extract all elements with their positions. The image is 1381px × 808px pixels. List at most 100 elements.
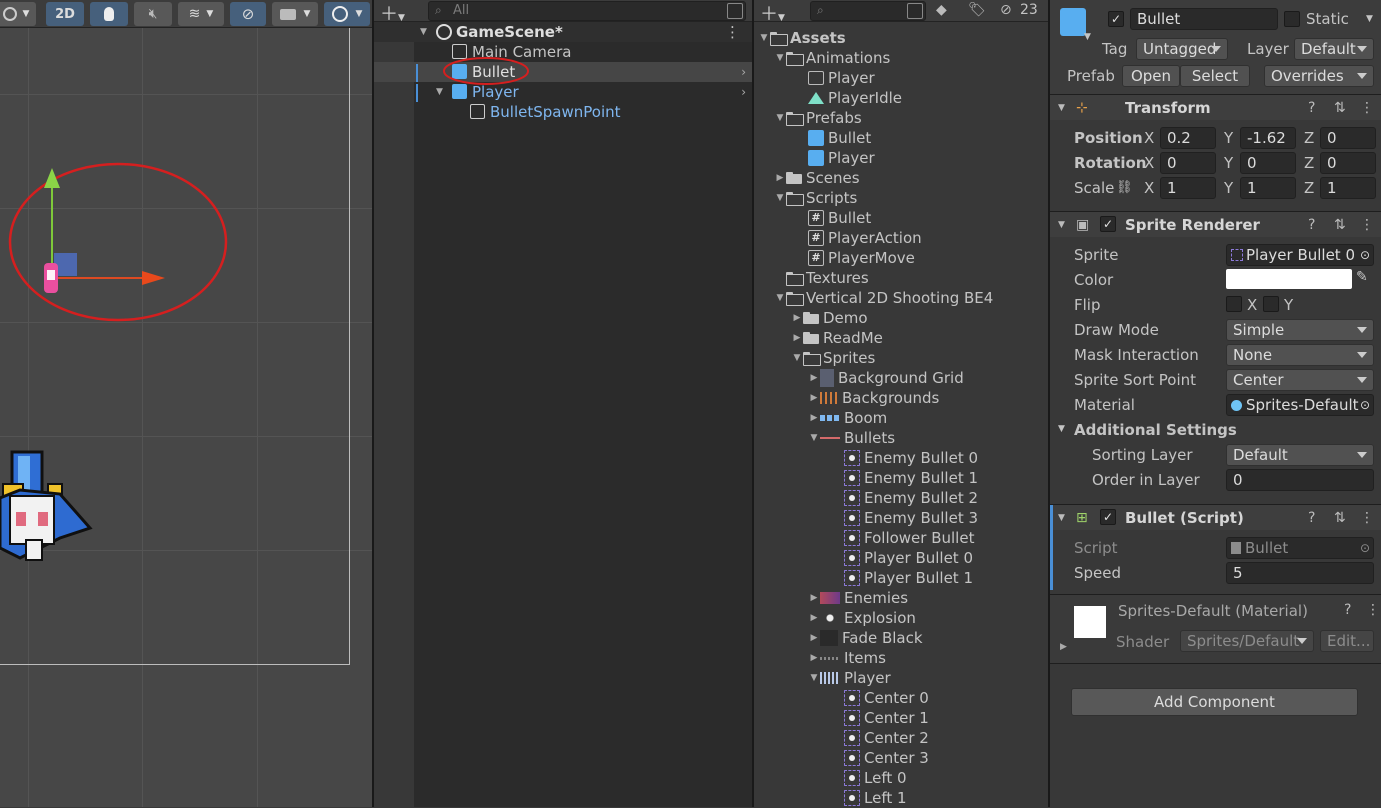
active-checkbox[interactable]: ✓: [1108, 11, 1124, 27]
project-row-folder[interactable]: ▼ Animations: [774, 48, 891, 68]
project-row-script[interactable]: # Bullet: [808, 208, 871, 228]
hierarchy-search-input[interactable]: ⌕ All: [428, 1, 746, 21]
preset-icon[interactable]: ⇅: [1334, 217, 1346, 233]
hidden-packages-icon[interactable]: ⊘: [1000, 2, 1012, 18]
prefab-select-button[interactable]: Select: [1180, 65, 1250, 87]
hierarchy-scene-row[interactable]: ▼ GameScene* ⋮: [374, 22, 752, 42]
flip-x-checkbox[interactable]: [1226, 296, 1242, 312]
sorting-layer-dropdown[interactable]: Default: [1226, 444, 1374, 466]
project-row-sprite[interactable]: Center 0: [844, 688, 929, 708]
additional-settings-foldout[interactable]: Additional Settings: [1074, 421, 1237, 439]
project-row-folder[interactable]: Textures: [774, 268, 869, 288]
order-in-layer-field[interactable]: 0: [1226, 469, 1374, 491]
project-row-sprite[interactable]: Center 3: [844, 748, 929, 768]
more-menu-icon[interactable]: ⋮: [1360, 217, 1374, 233]
project-row-anim-clip[interactable]: PlayerIdle: [808, 88, 902, 108]
label-tag-icon[interactable]: 🏷︎: [968, 2, 986, 18]
project-row-script[interactable]: # PlayerAction: [808, 228, 922, 248]
prefab-open-button[interactable]: Open: [1122, 65, 1180, 87]
chevron-down-icon[interactable]: ▼: [1084, 32, 1091, 42]
help-icon[interactable]: ?: [1308, 510, 1315, 526]
bullet-script-enabled-checkbox[interactable]: ✓: [1100, 509, 1116, 525]
transform-header[interactable]: ▼ ⊹ Transform ? ⇅ ⋮: [1050, 94, 1381, 120]
project-row-sprite[interactable]: Left 0: [844, 768, 907, 788]
project-row-folder[interactable]: ▶ ReadMe: [791, 328, 883, 348]
hierarchy-row-main-camera[interactable]: Main Camera: [374, 42, 752, 62]
project-row-folder[interactable]: ▼ Vertical 2D Shooting BE4: [774, 288, 994, 308]
project-row-texture[interactable]: ▶ Backgrounds: [808, 388, 940, 408]
project-row-sprite[interactable]: Center 1: [844, 708, 929, 728]
project-row-folder[interactable]: ▼ Scripts: [774, 188, 858, 208]
project-row-assets[interactable]: ▼ Assets: [758, 28, 846, 48]
project-row-texture[interactable]: ▶ Explosion: [808, 608, 916, 628]
shading-mode-dropdown[interactable]: ▼: [0, 2, 36, 26]
camera-dropdown[interactable]: ▼: [272, 2, 318, 26]
speed-field[interactable]: 5: [1226, 562, 1374, 584]
project-row-folder[interactable]: ▼ Prefabs: [774, 108, 862, 128]
sprite-object-field[interactable]: Player Bullet 0 ⊙: [1226, 244, 1374, 266]
rotation-z-field[interactable]: 0: [1320, 152, 1376, 174]
more-menu-icon[interactable]: ⋮: [1366, 602, 1380, 618]
project-row-prefab[interactable]: Player: [808, 148, 875, 168]
flip-y-checkbox[interactable]: [1263, 296, 1279, 312]
project-row-texture[interactable]: ▼ Bullets: [808, 428, 896, 448]
scale-z-field[interactable]: 1: [1320, 177, 1376, 199]
preset-icon[interactable]: ⇅: [1334, 100, 1346, 116]
project-row-sprite[interactable]: Player Bullet 0: [844, 548, 973, 568]
scene-visibility-toggle[interactable]: ⊘: [230, 2, 266, 26]
mode-2d-toggle[interactable]: 2D: [46, 2, 84, 26]
shader-edit-button[interactable]: Edit...: [1320, 630, 1374, 652]
add-component-button[interactable]: Add Component: [1071, 688, 1358, 716]
project-row-sprite[interactable]: Enemy Bullet 0: [844, 448, 978, 468]
material-object-field[interactable]: Sprites-Default ⊙: [1226, 394, 1374, 416]
move-gizmo[interactable]: [0, 150, 240, 340]
shader-dropdown[interactable]: Sprites/Default: [1180, 630, 1314, 652]
object-name-field[interactable]: Bullet: [1130, 8, 1278, 30]
rotation-y-field[interactable]: 0: [1240, 152, 1296, 174]
filter-by-type-icon[interactable]: ◆: [936, 2, 947, 18]
project-row-anim-controller[interactable]: Player: [808, 68, 875, 88]
draw-mode-dropdown[interactable]: Simple: [1226, 319, 1374, 341]
scene-view[interactable]: ▼ 2D 🔇︎ ≋ ▼ ⊘ ▼ ▼: [0, 0, 372, 807]
static-checkbox[interactable]: [1284, 11, 1300, 27]
prefab-overrides-dropdown[interactable]: Overrides: [1264, 65, 1374, 87]
hierarchy-row-player[interactable]: ▼ Player ›: [374, 82, 752, 102]
effects-dropdown[interactable]: ≋ ▼: [178, 2, 224, 26]
more-menu-icon[interactable]: ⋮: [1360, 510, 1374, 526]
project-row-prefab[interactable]: Bullet: [808, 128, 871, 148]
audio-toggle[interactable]: 🔇︎: [134, 2, 172, 26]
object-picker-icon[interactable]: ⊙: [1359, 398, 1370, 412]
tag-dropdown[interactable]: Untagged: [1136, 38, 1228, 60]
project-row-texture[interactable]: ▶ Enemies: [808, 588, 909, 608]
position-z-field[interactable]: 0: [1320, 127, 1376, 149]
object-picker-icon[interactable]: ⊙: [1359, 248, 1370, 262]
color-swatch[interactable]: [1226, 269, 1352, 289]
create-dropdown[interactable]: ＋▼: [760, 0, 796, 25]
project-row-script[interactable]: # PlayerMove: [808, 248, 915, 268]
project-row-sprite[interactable]: Enemy Bullet 3: [844, 508, 978, 528]
mask-interaction-dropdown[interactable]: None: [1226, 344, 1374, 366]
project-row-sprite[interactable]: Follower Bullet: [844, 528, 974, 548]
help-icon[interactable]: ?: [1344, 602, 1351, 618]
project-row-sprite[interactable]: Enemy Bullet 2: [844, 488, 978, 508]
preset-icon[interactable]: ⇅: [1334, 510, 1346, 526]
project-row-folder[interactable]: ▶ Scenes: [774, 168, 860, 188]
sprite-renderer-header[interactable]: ▼ ▣ ✓ Sprite Renderer ? ⇅ ⋮: [1050, 211, 1381, 237]
link-icon[interactable]: ⛓︎: [1116, 180, 1133, 195]
layer-dropdown[interactable]: Default: [1294, 38, 1374, 60]
lighting-toggle[interactable]: [90, 2, 128, 26]
rotation-x-field[interactable]: 0: [1160, 152, 1216, 174]
sprite-sort-point-dropdown[interactable]: Center: [1226, 369, 1374, 391]
more-menu-icon[interactable]: ⋮: [725, 23, 740, 41]
help-icon[interactable]: ?: [1308, 217, 1315, 233]
project-row-sprite[interactable]: Enemy Bullet 1: [844, 468, 978, 488]
project-row-texture[interactable]: ▶ Background Grid: [808, 368, 964, 388]
position-y-field[interactable]: -1.62: [1240, 127, 1296, 149]
project-row-texture[interactable]: ▼ Player: [808, 668, 891, 688]
project-row-folder[interactable]: ▶ Demo: [791, 308, 868, 328]
project-row-texture[interactable]: ▶ Boom: [808, 408, 888, 428]
hierarchy-row-bullet-spawn-point[interactable]: BulletSpawnPoint: [374, 102, 752, 122]
chevron-down-icon[interactable]: ▼: [1366, 14, 1373, 24]
project-search-input[interactable]: ⌕: [810, 1, 926, 21]
sprite-renderer-enabled-checkbox[interactable]: ✓: [1100, 216, 1116, 232]
